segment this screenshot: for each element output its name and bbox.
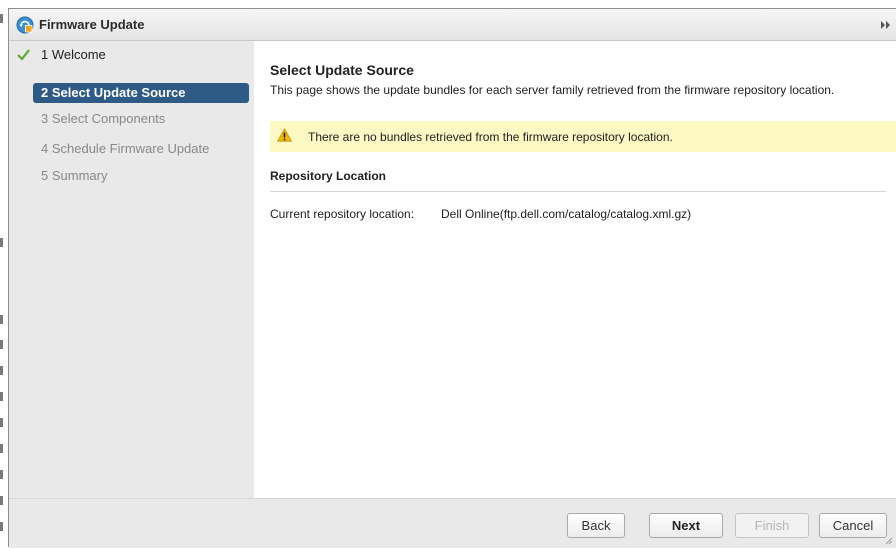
- repository-location-label: Current repository location:: [270, 207, 415, 221]
- dialog-footer: Back Next Finish Cancel: [9, 498, 896, 548]
- double-chevron-right-icon[interactable]: [880, 19, 892, 31]
- section-divider: [270, 191, 886, 192]
- edge-mark: [0, 522, 3, 531]
- edge-mark: [0, 392, 3, 401]
- step-schedule-firmware-update[interactable]: 4 Schedule Firmware Update: [33, 139, 249, 159]
- edge-mark: [0, 444, 3, 453]
- wizard-steps-sidebar: 1 Welcome 2 Select Update Source 3 Selec…: [9, 41, 254, 498]
- background-edge: [0, 0, 8, 550]
- step-summary[interactable]: 5 Summary: [33, 166, 249, 186]
- step-select-components[interactable]: 3 Select Components: [33, 109, 249, 129]
- warning-icon: [277, 128, 292, 142]
- check-icon: [17, 49, 30, 61]
- firmware-update-dialog: Firmware Update 1 Welcome 2 Select Updat…: [8, 8, 896, 548]
- warning-text: There are no bundles retrieved from the …: [308, 130, 673, 144]
- edge-mark: [0, 14, 3, 23]
- step-welcome[interactable]: 1 Welcome: [33, 45, 249, 65]
- section-title-repository-location: Repository Location: [270, 169, 387, 183]
- warning-message: There are no bundles retrieved from the …: [270, 121, 896, 152]
- edge-mark: [0, 238, 3, 247]
- next-button[interactable]: Next: [649, 513, 723, 538]
- edge-mark: [0, 418, 3, 427]
- dialog-title: Firmware Update: [39, 17, 145, 32]
- step-select-update-source[interactable]: 2 Select Update Source: [33, 83, 249, 103]
- firmware-update-icon: [16, 16, 34, 34]
- edge-mark: [0, 366, 3, 375]
- repository-location-value: Dell Online(ftp.dell.com/catalog/catalog…: [441, 207, 692, 221]
- edge-mark: [0, 340, 3, 349]
- cancel-button[interactable]: Cancel: [819, 513, 887, 538]
- resize-grip-icon[interactable]: [885, 537, 893, 545]
- edge-mark: [0, 496, 3, 505]
- page-description: This page shows the update bundles for e…: [270, 83, 835, 97]
- edge-mark: [0, 470, 3, 479]
- back-button[interactable]: Back: [567, 513, 625, 538]
- dialog-titlebar[interactable]: Firmware Update: [9, 9, 896, 41]
- page-title: Select Update Source: [270, 62, 414, 78]
- wizard-content: Select Update Source This page shows the…: [254, 41, 896, 498]
- edge-mark: [0, 315, 3, 324]
- finish-button[interactable]: Finish: [735, 513, 809, 538]
